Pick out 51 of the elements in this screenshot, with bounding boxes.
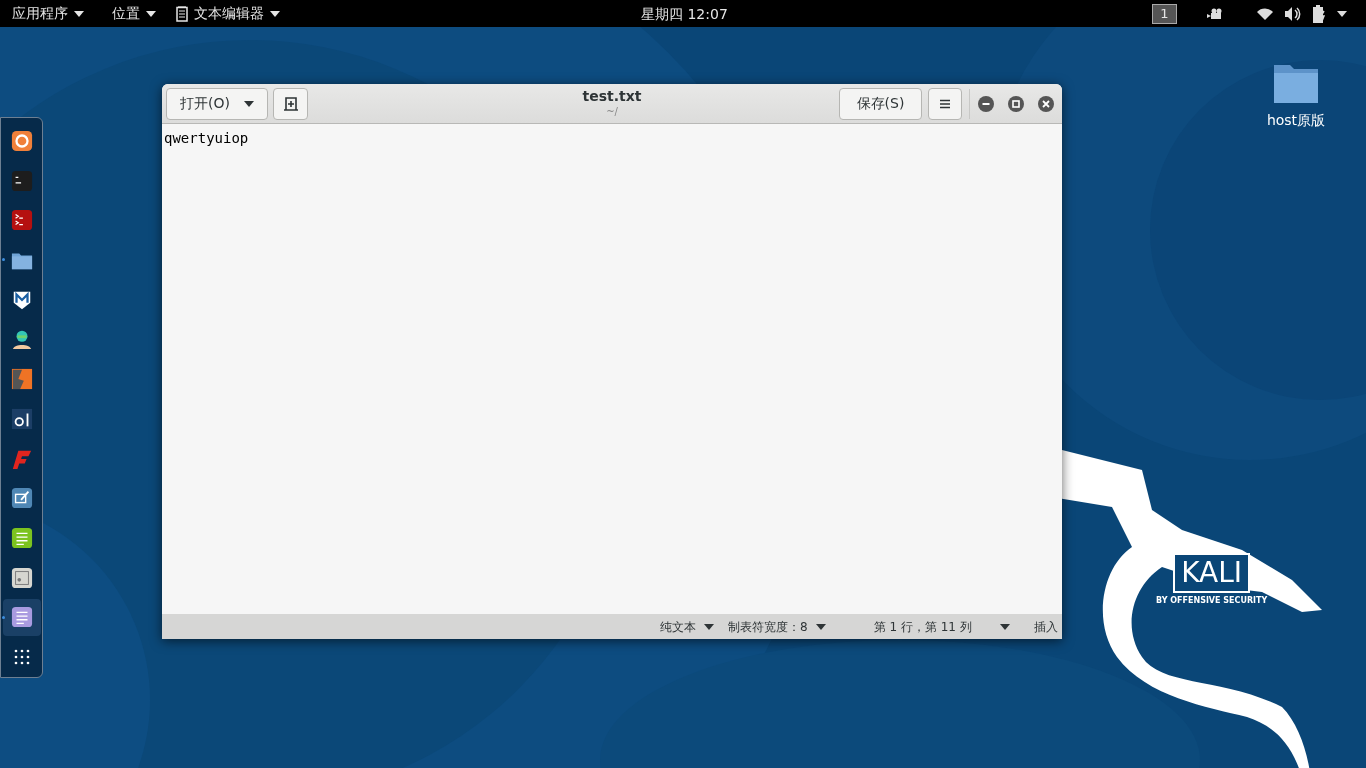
cursor-position-selector[interactable]: 第 1 行，第 11 列 xyxy=(873,617,1010,636)
menu-icon xyxy=(940,98,950,109)
logo-text: KALI xyxy=(1173,553,1251,593)
folder-icon xyxy=(1273,62,1319,104)
grid-icon xyxy=(12,648,31,667)
top-menu[interactable]: 文本编辑器 xyxy=(176,0,300,27)
new-document-button[interactable] xyxy=(273,87,308,120)
battery-icon xyxy=(1313,4,1327,23)
maximize-button[interactable] xyxy=(1008,95,1024,112)
window-title: test.txt xyxy=(582,87,642,105)
tab-width-selector[interactable]: 制表符宽度：8 xyxy=(728,617,826,636)
notepad-icon xyxy=(176,5,188,22)
minimize-button[interactable] xyxy=(978,95,994,112)
terminal-icon xyxy=(10,209,33,232)
window-subtitle: ~/ xyxy=(606,105,618,119)
top-menu[interactable]: 位置 xyxy=(112,0,176,27)
terminal-icon xyxy=(10,169,33,192)
character-icon xyxy=(10,328,33,351)
fox-icon xyxy=(10,129,33,152)
running-indicator xyxy=(1,615,5,619)
device-icon xyxy=(10,566,33,589)
menu-button[interactable] xyxy=(928,87,962,120)
insert-mode-label: 插入 xyxy=(1033,618,1058,636)
save-button[interactable]: 保存(S) xyxy=(839,87,922,120)
caret-icon xyxy=(146,10,156,17)
pen-icon xyxy=(10,487,33,510)
camera-icon xyxy=(1207,7,1223,20)
logo-tagline: BY OFFENSIVE SECURITY xyxy=(1156,595,1268,607)
document-icon xyxy=(10,527,33,550)
language-selector[interactable]: 纯文本 xyxy=(660,617,714,636)
document-icon xyxy=(10,606,33,629)
clock[interactable]: 星期四 12:07 xyxy=(641,4,728,25)
caret-icon xyxy=(74,10,84,17)
open-button[interactable]: 打开(O) xyxy=(166,87,268,120)
desktop-icon-label[interactable]: host原版 xyxy=(1266,110,1326,131)
volume-icon xyxy=(1285,6,1301,21)
document-text[interactable]: qwertyuiop xyxy=(164,130,249,146)
split-square-icon xyxy=(10,368,33,391)
caret-icon xyxy=(243,100,254,107)
dock-item[interactable] xyxy=(2,598,41,637)
caret-icon xyxy=(1337,10,1347,17)
workspace-indicator[interactable]: 1 xyxy=(1152,3,1177,24)
wifi-icon xyxy=(1257,7,1273,20)
caret-icon xyxy=(999,623,1010,630)
running-indicator xyxy=(1,258,5,262)
new-document-icon xyxy=(282,95,299,112)
caret-icon xyxy=(815,623,826,630)
caret-icon xyxy=(704,623,714,630)
close-button[interactable] xyxy=(1038,95,1054,112)
caret-icon xyxy=(270,10,280,17)
top-menu[interactable]: 应用程序 xyxy=(0,0,112,27)
